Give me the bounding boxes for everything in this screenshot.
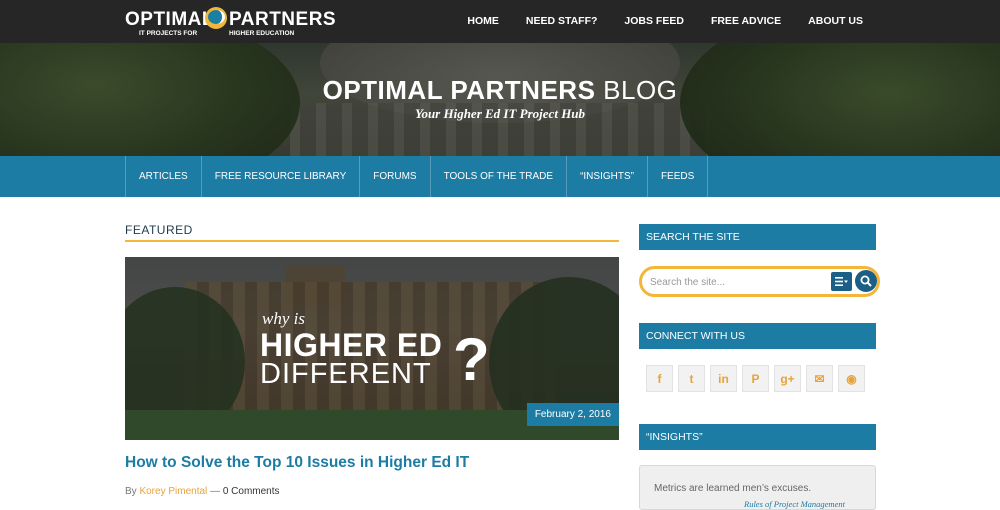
subnav-forums[interactable]: FORUMS [360,156,431,197]
featured-image-why-text: why is [262,309,305,328]
blog-title-strong: OPTIMAL PARTNERS [322,75,596,105]
pinterest-button[interactable]: P [742,365,769,392]
blog-title-light: BLOG [603,75,678,105]
logo-mark-icon [205,7,227,29]
search-form [639,266,880,297]
site-logo[interactable]: OPTIMAL PARTNERS IT PROJECTS FOR HIGHER … [125,6,336,38]
nav-jobs-feed[interactable]: JOBS FEED [624,15,684,27]
google-plus-icon: g+ [780,371,795,386]
twitter-button[interactable]: t [678,365,705,392]
post-comments-link[interactable]: 0 Comments [223,486,280,497]
post-date-badge: February 2, 2016 [526,403,619,426]
connect-widget-heading: CONNECT WITH US [639,323,876,349]
post-meta-separator: — [210,486,221,497]
subnav-articles[interactable]: ARTICLES [126,156,202,197]
post-meta: By Korey Pimental — 0 Comments [125,486,280,497]
blog-subtitle: Your Higher Ed IT Project Hub [414,106,586,121]
logo-name-right: PARTNERS [229,9,337,30]
subnav-insights[interactable]: “INSIGHTS” [567,156,648,197]
nav-free-advice[interactable]: FREE ADVICE [711,15,781,27]
facebook-button[interactable]: f [646,365,673,392]
blog-title: OPTIMAL PARTNERS BLOG [0,75,1000,106]
search-icon [860,275,872,287]
email-button[interactable]: ✉ [806,365,833,392]
blog-hero-banner: OPTIMAL PARTNERS BLOG Your Higher Ed IT … [0,43,1000,156]
email-icon: ✉ [814,371,825,386]
post-meta-by: By [125,486,137,497]
social-links: f t in P g+ ✉ ◉ [646,365,865,392]
featured-heading: FEATURED [125,223,193,237]
insight-quote-text: Metrics are learned men’s excuses. [654,483,812,494]
featured-post-title[interactable]: How to Solve the Top 10 Issues in Higher… [125,454,469,472]
top-navigation-bar: OPTIMAL PARTNERS IT PROJECTS FOR HIGHER … [0,0,1000,43]
rss-icon: ◉ [846,371,857,386]
insight-quote: Metrics are learned men’s excuses. Rules… [639,465,876,510]
linkedin-button[interactable]: in [710,365,737,392]
linkedin-icon: in [718,371,729,386]
search-submit-button[interactable] [855,270,877,292]
subnav-feeds[interactable]: FEEDS [648,156,709,197]
logo-tagline-left: IT PROJECTS FOR [139,30,198,37]
facebook-icon: f [657,371,662,386]
search-widget-heading: SEARCH THE SITE [639,224,876,250]
featured-image-question-mark: ? [453,326,490,393]
nav-need-staff[interactable]: NEED STAFF? [526,15,598,27]
rss-button[interactable]: ◉ [838,365,865,392]
nav-about-us[interactable]: ABOUT US [808,15,863,27]
post-author-link[interactable]: Korey Pimental [139,486,207,497]
google-plus-button[interactable]: g+ [774,365,801,392]
logo-name-left: OPTIMAL [125,9,214,30]
blog-category-nav: ARTICLES FREE RESOURCE LIBRARY FORUMS TO… [0,156,1000,197]
insights-widget-heading: “INSIGHTS” [639,424,876,450]
search-options-button[interactable] [831,272,852,291]
logo-tagline-right: HIGHER EDUCATION [229,30,295,37]
subnav-tools-of-the-trade[interactable]: TOOLS OF THE TRADE [431,156,568,197]
pinterest-icon: P [751,371,760,386]
list-menu-icon [835,277,848,286]
twitter-icon: t [689,371,694,386]
featured-image-line2: DIFFERENT [260,358,432,390]
nav-home[interactable]: HOME [467,15,499,27]
featured-divider [125,240,619,242]
subnav-free-resource-library[interactable]: FREE RESOURCE LIBRARY [202,156,361,197]
search-input[interactable] [650,274,820,290]
insight-quote-source[interactable]: Rules of Project Management [744,499,845,509]
main-menu: HOME NEED STAFF? JOBS FEED FREE ADVICE A… [440,15,863,27]
featured-post-image[interactable]: why is HIGHER ED DIFFERENT ? February 2,… [125,257,619,440]
